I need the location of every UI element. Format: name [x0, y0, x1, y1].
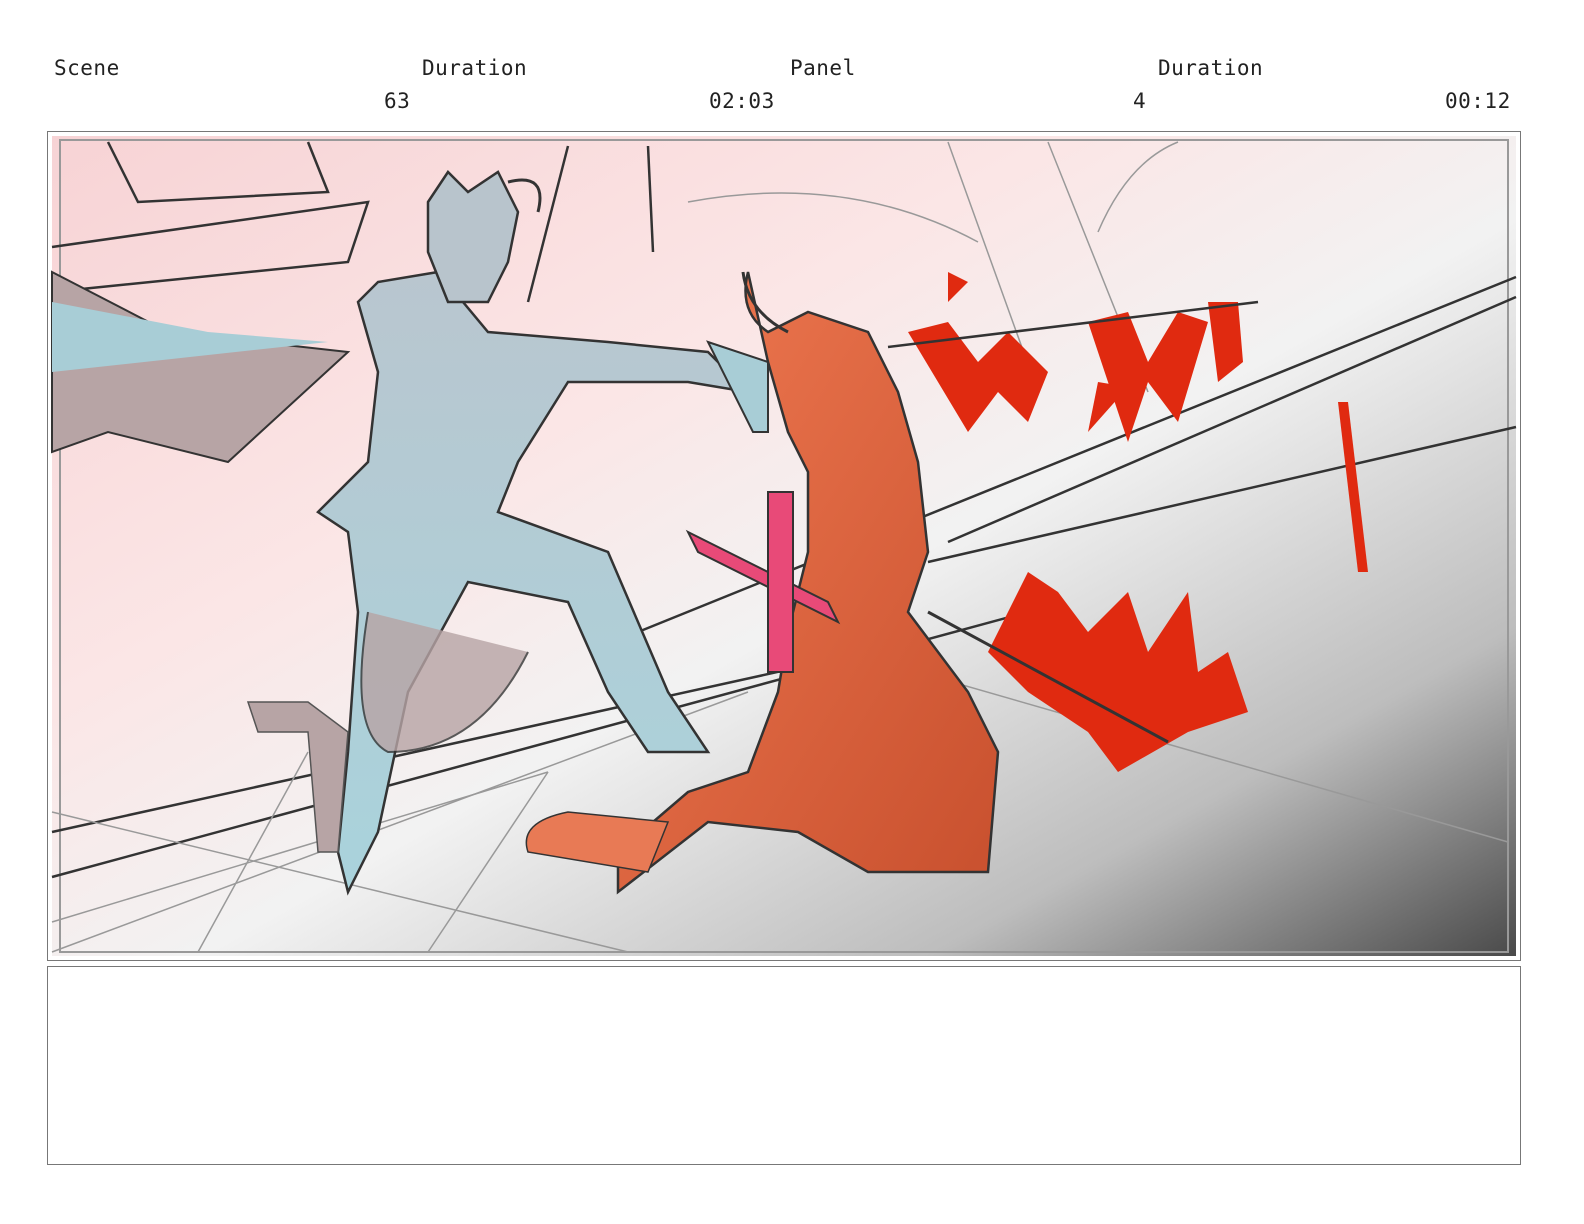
storyboard-sketch [51, 136, 1517, 956]
scene-number: 63 [384, 89, 411, 113]
panel-image-frame [47, 131, 1521, 961]
scene-duration-label: Duration [422, 56, 528, 80]
scene-duration-value: 02:03 [709, 89, 775, 113]
panel-duration-value: 00:12 [1445, 89, 1511, 113]
scene-label: Scene [54, 56, 120, 80]
panel-notes-box[interactable] [47, 966, 1521, 1165]
panel-label: Panel [790, 56, 856, 80]
panel-number: 4 [1133, 89, 1147, 113]
panel-duration-label: Duration [1158, 56, 1264, 80]
